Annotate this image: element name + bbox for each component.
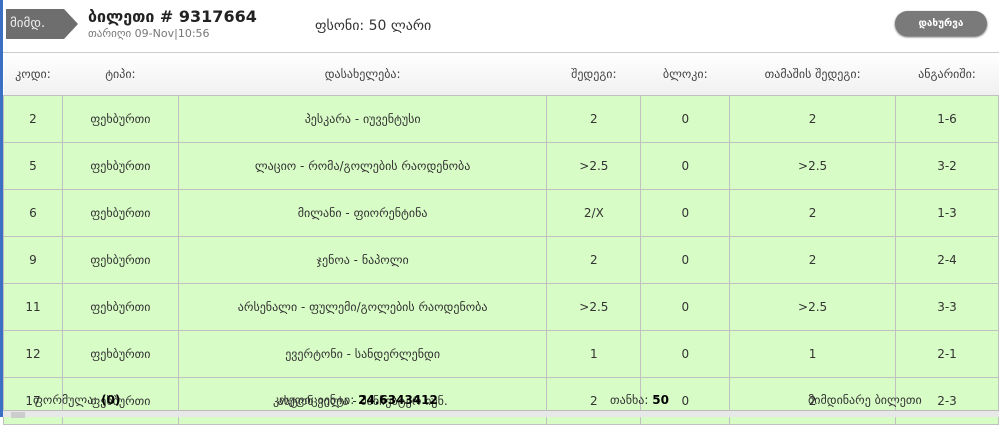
formula-label: ფორმულა: xyxy=(33,393,98,407)
table-cell: 2/X xyxy=(546,188,642,237)
table-row: 5 ფეხბურთი ლაციო - რომა/გოლების რაოდენობა >… xyxy=(3,141,999,190)
table-cell: >2.5 xyxy=(546,141,642,190)
column-header: ბლოკი: xyxy=(640,54,730,95)
ticket-table: კოდი: ტიპი: დასახელება: შედეგი: ბლოკი: თამაში… xyxy=(3,54,999,425)
table-cell: 1-3 xyxy=(895,188,999,237)
column-header: ტიპი: xyxy=(62,54,179,95)
coefficient: კოეფიციენტი: 24.6343412 xyxy=(273,393,438,407)
table-cell: 0 xyxy=(640,329,731,378)
ticket-status: მიმდინარე ბილეთი xyxy=(808,393,922,407)
table-cell: 11 xyxy=(3,282,63,331)
column-header: ანგარიში: xyxy=(895,54,999,95)
status-tag: მიმდ. xyxy=(6,9,78,39)
table-cell: 0 xyxy=(640,282,731,331)
table-row: 9 ფეხბურთი ჯენოა - ნაპოლი 2 0 2 2-4 xyxy=(3,235,999,284)
table-cell: პესკარა - იუვენტუსი xyxy=(177,94,548,143)
table-cell: 0 xyxy=(640,94,731,143)
amount-value: 50 xyxy=(652,393,669,407)
table-cell: 2-4 xyxy=(895,235,999,284)
table-cell: 2-1 xyxy=(895,329,999,378)
table-cell: ფეხბურთი xyxy=(61,188,179,237)
table-cell: მილანი - ფიორენტინა xyxy=(177,188,548,237)
table-cell: 5 xyxy=(3,141,63,190)
table-cell: 3-2 xyxy=(895,141,999,190)
amount-label: თანხა: xyxy=(610,393,649,407)
table-cell: 0 xyxy=(640,235,731,284)
table-cell: 1-6 xyxy=(895,94,999,143)
table-cell: 2 xyxy=(729,235,897,284)
table-cell: 6 xyxy=(3,188,63,237)
table-cell: ფეხბურთი xyxy=(61,141,179,190)
table-row: 6 ფეხბურთი მილანი - ფიორენტინა 2/X 0 2 1-3 xyxy=(3,188,999,237)
table-cell: ფეხბურთი xyxy=(61,282,179,331)
table-row: 12 ფეხბურთი ევერტონი - სანდერლენდი 1 0 1 2-1 xyxy=(3,329,999,378)
table-cell: არსენალი - ფულემი/გოლების რაოდენობა xyxy=(177,282,548,331)
table-cell: >2.5 xyxy=(729,282,897,331)
table-cell: >2.5 xyxy=(729,141,897,190)
coef-label: კოეფიციენტი: xyxy=(273,393,355,407)
close-button[interactable]: დახურვა xyxy=(895,11,987,36)
table-cell: 2 xyxy=(546,94,642,143)
amount: თანხა: 50 xyxy=(610,393,669,407)
table-cell: 2 xyxy=(546,235,642,284)
table-cell: 12 xyxy=(3,329,63,378)
table-cell: ფეხბურთი xyxy=(61,329,179,378)
horizontal-scrollbar[interactable] xyxy=(3,410,999,418)
table-cell: 0 xyxy=(640,141,731,190)
coef-value: 24.6343412 xyxy=(358,393,438,407)
table-cell: 2 xyxy=(729,94,897,143)
table-cell: >2.5 xyxy=(546,282,642,331)
formula: ფორმულა: (0) xyxy=(33,393,121,407)
ticket-date: თარიღი 09-Nov|10:56 xyxy=(88,27,210,40)
table-cell: 3-3 xyxy=(895,282,999,331)
ticket-title: ბილეთი # 9317664 xyxy=(88,7,257,26)
scrollbar-thumb[interactable] xyxy=(11,412,25,418)
column-header: თამაშის შედეგი: xyxy=(729,54,896,95)
table-cell: 2 xyxy=(3,94,63,143)
table-row: 2 ფეხბურთი პესკარა - იუვენტუსი 2 0 2 1-6 xyxy=(3,94,999,143)
column-header: შედეგი: xyxy=(546,54,641,95)
column-header: დასახელება: xyxy=(178,54,547,95)
table-cell: 9 xyxy=(3,235,63,284)
ticket-footer: ფორმულა: (0) კოეფიციენტი: 24.6343412 თან… xyxy=(3,382,999,410)
stake: ფსონი: 50 ლარი xyxy=(315,18,432,34)
table-cell: 1 xyxy=(729,329,897,378)
table-cell: ევერტონი - სანდერლენდი xyxy=(177,329,548,378)
table-cell: ლაციო - რომა/გოლების რაოდენობა xyxy=(177,141,548,190)
table-row: 11 ფეხბურთი არსენალი - ფულემი/გოლების რაოდ… xyxy=(3,282,999,331)
table-cell: ჯენოა - ნაპოლი xyxy=(177,235,548,284)
table-cell: 1 xyxy=(546,329,642,378)
table-cell: 0 xyxy=(640,188,731,237)
table-cell: 2 xyxy=(729,188,897,237)
column-header: კოდი: xyxy=(3,54,63,95)
ticket-header: მიმდ. ბილეთი # 9317664 თარიღი 09-Nov|10:… xyxy=(3,0,999,53)
formula-value: (0) xyxy=(101,393,121,407)
table-cell: ფეხბურთი xyxy=(61,235,179,284)
table-cell: ფეხბურთი xyxy=(61,94,179,143)
